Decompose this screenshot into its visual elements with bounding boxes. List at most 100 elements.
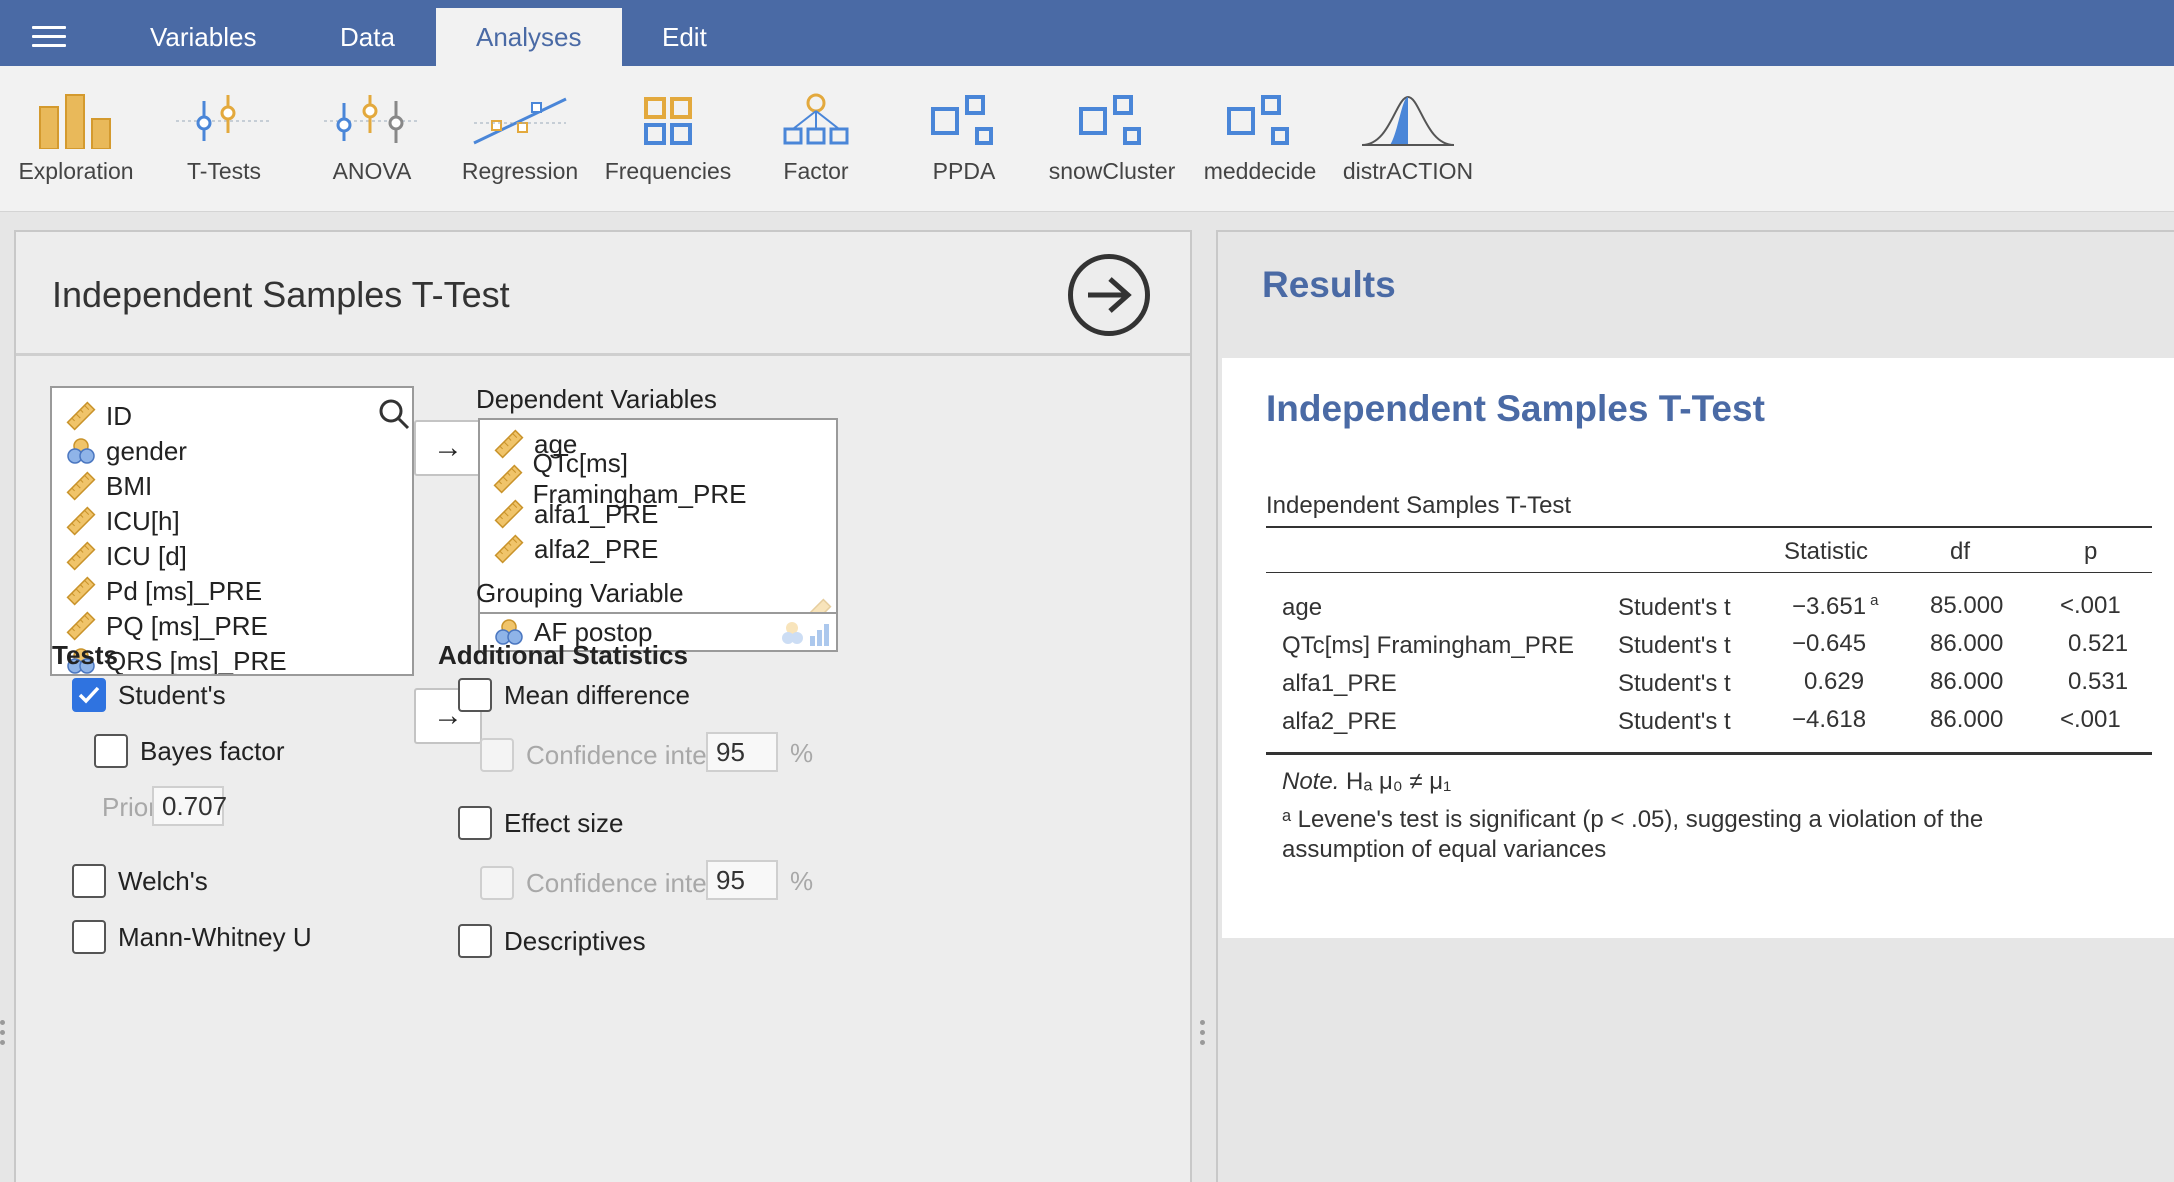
move-to-dependent-button[interactable]: → <box>414 420 482 476</box>
ribbon-distraction-button[interactable]: distrACTION <box>1334 86 1482 206</box>
nominal-icon <box>64 434 98 468</box>
table-top-rule <box>1266 526 2152 528</box>
row-variable: QTc[ms] Framingham_PRE <box>1282 632 1575 659</box>
table-title: Independent Samples T-Test <box>1266 492 1572 519</box>
ribbon-distraction-label: distrACTION <box>1342 158 1474 184</box>
checkbox-box[interactable] <box>458 924 492 958</box>
left-splitter-handle[interactable] <box>0 1020 6 1050</box>
ribbon-snowcluster-label: snowCluster <box>1048 158 1176 184</box>
bayes-factor-checkbox[interactable]: Bayes factor <box>94 734 285 768</box>
dependent-variables-label: Dependent Variables <box>476 384 717 414</box>
row-test: Student's t <box>1618 594 1731 621</box>
checkbox-box[interactable] <box>72 678 106 712</box>
list-item[interactable]: gender <box>64 431 187 471</box>
row-variable: age <box>1282 594 1323 621</box>
ribbon-snowcluster-button[interactable]: snowCluster <box>1038 86 1186 206</box>
results-heading: Results <box>1262 264 1396 305</box>
ruler-icon <box>64 609 98 643</box>
dependent-variables-list[interactable]: age QTc[ms] Framingham_PRE alfa1_PRE alf… <box>478 418 838 644</box>
tab-analyses[interactable]: Analyses <box>436 8 622 66</box>
checkmark-icon <box>78 686 100 704</box>
analysis-title: Independent Samples T-Test <box>52 274 510 315</box>
run-arrow-button[interactable] <box>1068 254 1150 336</box>
row-test: Student's t <box>1618 632 1731 659</box>
checkbox-label: Descriptives <box>504 925 646 956</box>
list-item[interactable]: ICU [d] <box>64 536 187 576</box>
checkbox-label: Welch's <box>118 865 208 896</box>
checkbox-box[interactable] <box>94 734 128 768</box>
ruler-icon <box>492 462 525 496</box>
variable-name: alfa1_PRE <box>534 498 659 529</box>
effect-size-ci-input[interactable]: 95 <box>706 860 778 900</box>
tab-edit[interactable]: Edit <box>622 8 747 66</box>
ribbon-meddecide-button[interactable]: meddecide <box>1186 86 1334 206</box>
variable-name: ICU[h] <box>106 505 180 536</box>
list-item[interactable]: Pd [ms]_PRE <box>64 571 262 611</box>
ribbon-exploration-button[interactable]: Exploration <box>2 86 150 206</box>
results-analysis-title[interactable]: Independent Samples T-Test <box>1266 388 1765 430</box>
welchs-checkbox[interactable]: Welch's <box>72 864 208 898</box>
column-header: Statistic <box>1784 538 1869 565</box>
ribbon-ppda-button[interactable]: PPDA <box>890 86 1038 206</box>
list-item[interactable]: ID <box>64 396 132 436</box>
checkbox-box[interactable] <box>72 920 106 954</box>
mean-difference-checkbox[interactable]: Mean difference <box>458 678 690 712</box>
checkbox-box[interactable] <box>72 864 106 898</box>
row-df: 86.000 <box>1930 630 2004 657</box>
grouping-variable-label: Grouping Variable <box>476 578 684 608</box>
row-test: Student's t <box>1618 708 1731 735</box>
row-variable: alfa2_PRE <box>1282 708 1397 735</box>
menubar: Variables Data Analyses Edit <box>0 0 2174 66</box>
checkbox-box[interactable] <box>458 678 492 712</box>
tab-variables[interactable]: Variables <box>110 8 296 66</box>
checkbox-box[interactable] <box>458 806 492 840</box>
module-icon <box>890 86 1038 156</box>
ribbon-factor-button[interactable]: Factor <box>742 86 890 206</box>
list-item[interactable]: alfa2_PRE <box>492 529 658 569</box>
prior-input[interactable]: 0.707 <box>152 786 227 826</box>
factor-icon <box>742 86 890 156</box>
mann-whitney-checkbox[interactable]: Mann-Whitney U <box>72 920 312 954</box>
effect-size-checkbox[interactable]: Effect size <box>458 806 623 840</box>
ruler-icon <box>492 427 526 461</box>
variable-name: ID <box>106 400 132 431</box>
row-p: <.001 <box>2060 592 2121 619</box>
statistic-value: −3.651 <box>1792 593 1867 620</box>
mean-diff-ci-input[interactable]: 95 <box>706 732 778 772</box>
list-item[interactable]: ICU[h] <box>64 501 180 541</box>
row-test: Student's t <box>1618 670 1731 697</box>
descriptives-checkbox[interactable]: Descriptives <box>458 924 646 958</box>
row-statistic: −3.651 a <box>1792 592 1878 621</box>
checkbox-box[interactable] <box>480 866 514 900</box>
panel-splitter-handle[interactable] <box>1200 1020 1206 1050</box>
checkbox-box[interactable] <box>480 738 514 772</box>
available-variables-list[interactable]: ID gender BMI ICU[h] ICU [d] Pd [ms]_PRE… <box>50 386 414 676</box>
checkbox-label: Student's <box>118 679 226 710</box>
ribbon-frequencies-button[interactable]: Frequencies <box>594 86 742 206</box>
table-note: Note. Hₐ μ₀ ≠ μ₁ <box>1282 768 1451 796</box>
search-icon[interactable] <box>378 398 410 430</box>
row-statistic: 0.629 <box>1804 668 1865 695</box>
tab-data[interactable]: Data <box>300 8 435 66</box>
footnote-line: assumption of equal variances <box>1282 836 1607 863</box>
ttests-icon <box>150 86 298 156</box>
list-item[interactable]: alfa1_PRE <box>492 494 658 534</box>
ribbon-regression-button[interactable]: Regression <box>446 86 594 206</box>
variable-name: alfa2_PRE <box>534 533 659 564</box>
ruler-icon <box>64 539 98 573</box>
options-header: Independent Samples T-Test <box>16 232 1190 356</box>
analysis-ribbon: Exploration T-Tests ANOVA Regression Fre… <box>0 66 2174 212</box>
row-p: 0.531 <box>2068 668 2129 695</box>
table-bottom-rule <box>1266 752 2152 755</box>
ribbon-ttests-button[interactable]: T-Tests <box>150 86 298 206</box>
hamburger-menu-icon[interactable] <box>32 26 66 48</box>
list-item[interactable]: BMI <box>64 466 152 506</box>
footnote-line: ᵃ Levene's test is significant (p < .05)… <box>1282 806 1984 833</box>
percent-sign: % <box>790 866 814 896</box>
module-icon <box>1038 86 1186 156</box>
distribution-icon <box>1334 86 1482 156</box>
ribbon-anova-button[interactable]: ANOVA <box>298 86 446 206</box>
list-item[interactable]: QTc[ms] Framingham_PRE <box>492 448 836 509</box>
students-checkbox[interactable]: Student's <box>72 678 226 712</box>
variable-name: PQ [ms]_PRE <box>106 610 268 641</box>
